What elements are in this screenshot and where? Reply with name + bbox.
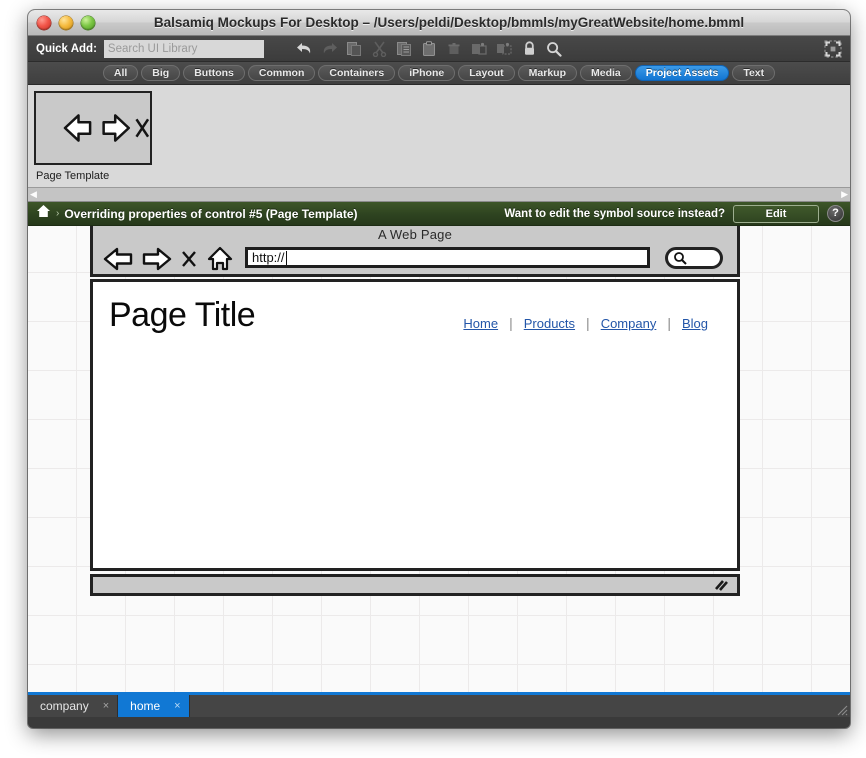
symbol-override-bar: › Overriding properties of control #5 (P… (28, 202, 850, 226)
search-input[interactable] (103, 39, 264, 58)
tab-buttons[interactable]: Buttons (183, 65, 245, 81)
minimize-window-button[interactable] (59, 16, 73, 30)
window-resize-grip-icon[interactable] (835, 703, 848, 716)
scroll-left-arrow-icon[interactable]: ◀ (30, 190, 37, 199)
tab-all[interactable]: All (102, 65, 139, 81)
stop-x-icon[interactable] (181, 249, 197, 274)
home-house-icon[interactable] (206, 245, 234, 278)
url-value: http:// (252, 250, 285, 265)
category-tab-strip: All Big Buttons Common Containers iPhone… (28, 62, 850, 85)
asset-item-page-template[interactable]: Page Template (34, 91, 154, 182)
browser-window-mockup[interactable]: A Web Page http:// Page Title Home | Pro… (90, 226, 740, 614)
close-window-button[interactable] (37, 16, 51, 30)
tab-containers[interactable]: Containers (318, 65, 396, 81)
edit-symbol-button[interactable]: Edit (733, 204, 819, 223)
group-icon[interactable] (469, 39, 490, 59)
nav-link-home[interactable]: Home (452, 316, 509, 331)
application-window: Balsamiq Mockups For Desktop – /Users/pe… (28, 10, 850, 728)
cut-icon[interactable] (369, 39, 390, 59)
toolbar: Quick Add: (28, 36, 850, 62)
browser-status-bar (90, 574, 740, 596)
ungroup-icon[interactable] (494, 39, 515, 59)
override-message: Overriding properties of control #5 (Pag… (64, 206, 358, 221)
redo-icon[interactable] (319, 39, 340, 59)
back-arrow-icon[interactable] (103, 246, 133, 277)
page-tab-home[interactable]: home × (118, 695, 190, 717)
browser-chrome: A Web Page http:// (90, 226, 740, 277)
override-actions: Want to edit the symbol source instead? … (504, 204, 844, 223)
tab-project-assets[interactable]: Project Assets (634, 65, 730, 81)
browser-navigation-controls (103, 245, 234, 278)
symbol-source-question: Want to edit the symbol source instead? (504, 207, 725, 220)
breadcrumb: › Overriding properties of control #5 (P… (36, 204, 358, 223)
duplicate-icon[interactable] (394, 39, 415, 59)
scroll-right-arrow-icon[interactable]: ▶ (841, 190, 848, 199)
tab-text[interactable]: Text (732, 65, 776, 81)
zoom-icon[interactable] (544, 39, 565, 59)
copy-icon[interactable] (344, 39, 365, 59)
asset-label: Page Template (36, 170, 110, 182)
window-title: Balsamiq Mockups For Desktop – /Users/pe… (153, 15, 745, 30)
text-caret (285, 250, 287, 265)
home-icon[interactable] (36, 204, 51, 223)
page-tab-label: company (40, 699, 89, 713)
nav-link-products[interactable]: Products (513, 316, 586, 331)
browser-content-area: Page Title Home | Products | Company | B… (90, 279, 740, 571)
zoom-window-button[interactable] (81, 16, 95, 30)
toolbar-icon-group (294, 39, 565, 59)
page-tab-label: home (130, 699, 161, 713)
delete-icon[interactable] (444, 39, 465, 59)
magnifier-icon (674, 252, 687, 265)
page-tab-company[interactable]: company × (28, 695, 119, 717)
window-controls (37, 16, 95, 30)
close-icon[interactable]: × (103, 700, 109, 712)
asset-library-panel: Page Template (28, 85, 850, 188)
nav-link-blog[interactable]: Blog (671, 316, 719, 331)
tab-markup[interactable]: Markup (517, 65, 577, 81)
asset-panel-scrollbar[interactable]: ◀ ▶ (28, 188, 850, 202)
quick-add-label: Quick Add: (36, 42, 97, 55)
asset-thumbnail (34, 91, 152, 165)
mockup-canvas[interactable]: A Web Page http:// Page Title Home | Pro… (28, 226, 850, 692)
tab-big[interactable]: Big (141, 65, 181, 81)
title-bar: Balsamiq Mockups For Desktop – /Users/pe… (28, 10, 850, 36)
nav-link-company[interactable]: Company (590, 316, 668, 331)
tab-layout[interactable]: Layout (458, 65, 515, 81)
tab-iphone[interactable]: iPhone (398, 65, 456, 81)
tab-media[interactable]: Media (580, 65, 632, 81)
fullscreen-icon[interactable] (822, 39, 844, 59)
page-tab-bar: company × home × (28, 695, 850, 717)
browser-caption: A Web Page (377, 227, 453, 242)
tab-common[interactable]: Common (247, 65, 316, 81)
breadcrumb-separator: › (56, 208, 60, 219)
close-icon[interactable]: × (174, 700, 180, 712)
paste-icon[interactable] (419, 39, 440, 59)
resize-grip-icon[interactable] (715, 580, 729, 592)
url-input[interactable]: http:// (245, 247, 650, 268)
help-icon[interactable]: ? (827, 205, 844, 222)
browser-search-field[interactable] (665, 247, 723, 269)
forward-arrow-icon[interactable] (142, 246, 172, 277)
lock-icon[interactable] (519, 39, 540, 59)
undo-icon[interactable] (294, 39, 315, 59)
site-navigation: Home | Products | Company | Blog (452, 315, 719, 331)
page-title: Page Title (109, 296, 256, 334)
